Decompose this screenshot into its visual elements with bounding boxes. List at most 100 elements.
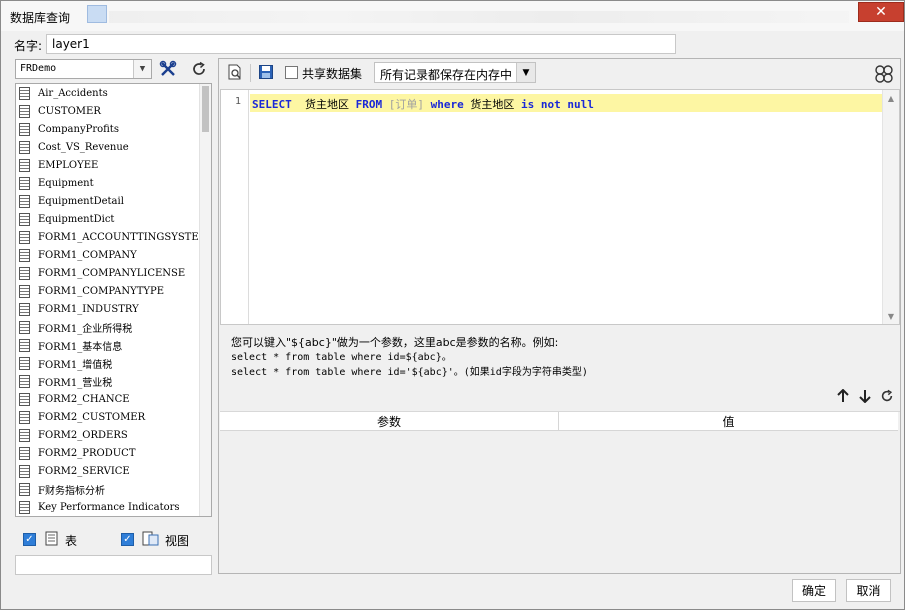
storage-mode-select[interactable]: 所有记录都保存在内存中 ▼ (374, 62, 536, 83)
table-list-item[interactable]: Cost_VS_Revenue (16, 138, 200, 156)
table-name: FORM2_SERVICE (38, 465, 130, 477)
table-name: FORM2_CUSTOMER (38, 411, 146, 423)
table-name: FORM2_CHANCE (38, 393, 130, 405)
scroll-up-icon[interactable]: ▲ (883, 90, 899, 106)
table-icon (19, 446, 30, 460)
table-icon (19, 338, 30, 352)
table-icon (45, 531, 59, 547)
toolbar-separator (250, 64, 251, 82)
help-line-2: select * from table where id=${abc}。 (231, 352, 452, 363)
table-icon (19, 104, 30, 118)
sql-token: 货主地区 (291, 98, 356, 111)
table-list-scrollbar[interactable] (199, 84, 211, 516)
table-name: Cost_VS_Revenue (38, 141, 129, 153)
object-type-filters: ✓ 表 ✓ 视图 (23, 530, 213, 550)
sql-editor[interactable]: 1 SELECT 货主地区 FROM [订单] where 货主地区 is no… (220, 89, 900, 325)
database-select[interactable]: FRDemo ▼ (15, 59, 152, 79)
show-views-checkbox[interactable]: ✓ (121, 533, 134, 546)
table-list-item[interactable]: FORM1_ACCOUNTTINGSYSTEM (16, 228, 209, 246)
table-list-item[interactable]: FORM1_基本信息 (16, 336, 200, 354)
table-list-item[interactable]: EquipmentDetail (16, 192, 200, 210)
cancel-button[interactable]: 取消 (846, 579, 891, 602)
refresh-params-button[interactable] (878, 387, 896, 405)
table-list-item[interactable]: FORM1_增值税 (16, 354, 200, 372)
share-dataset-checkbox[interactable] (285, 66, 298, 79)
column-header-value[interactable]: 值 (559, 412, 898, 431)
editor-scrollbar[interactable]: ▲ ▼ (882, 90, 899, 324)
view-icon (142, 531, 160, 547)
scroll-down-icon[interactable]: ▼ (883, 308, 899, 324)
table-icon (19, 482, 30, 496)
table-icon (19, 176, 30, 190)
layout-icon (875, 65, 893, 83)
table-list-item[interactable]: FORM1_INDUSTRY (16, 300, 200, 318)
table-icon (19, 122, 30, 136)
name-input[interactable]: layer1 (46, 34, 676, 54)
table-list-item[interactable]: FORM1_COMPANYLICENSE (16, 264, 200, 282)
refresh-tables-button[interactable] (188, 59, 210, 79)
scrollbar-thumb[interactable] (202, 86, 209, 132)
table-list-item[interactable]: FORM2_CUSTOMER (16, 408, 200, 426)
table-name: EquipmentDict (38, 213, 115, 225)
background-toolbar-ghost (109, 11, 849, 23)
tools-icon (159, 60, 177, 76)
parameter-help: 您可以键入"${abc}"做为一个参数，这里abc是参数的名称。例如: sele… (231, 335, 731, 380)
table-filter-input[interactable] (15, 555, 212, 575)
table-name: FORM2_PRODUCT (38, 447, 136, 459)
table-name: EMPLOYEE (38, 159, 99, 171)
ok-button[interactable]: 确定 (792, 579, 836, 602)
table-list-item[interactable]: FORM2_CHANCE (16, 390, 200, 408)
table-list-item[interactable]: Equipment (16, 174, 200, 192)
table-list-item[interactable]: Key Performance Indicators (16, 498, 200, 516)
table-icon (19, 248, 30, 262)
table-list-item[interactable]: CUSTOMER (16, 102, 200, 120)
share-dataset-label: 共享数据集 (302, 67, 363, 81)
line-number-gutter: 1 (221, 90, 249, 324)
table-icon (19, 284, 30, 298)
table-list-item[interactable]: FORM1_COMPANY (16, 246, 200, 264)
show-tables-label: 表 (65, 534, 78, 548)
table-list-item[interactable]: FORM2_SERVICE (16, 462, 200, 480)
connection-settings-button[interactable] (157, 59, 179, 79)
table-icon (19, 212, 30, 226)
preview-button[interactable] (224, 62, 246, 82)
sql-token: 货主地区 (463, 98, 521, 111)
table-list[interactable]: Air_Accidents CUSTOMER CompanyProfits Cost_… (15, 83, 212, 517)
sql-line[interactable]: SELECT 货主地区 FROM [订单] where 货主地区 is not … (250, 94, 882, 112)
table-list-item[interactable]: FORM1_营业税 (16, 372, 200, 390)
table-list-item[interactable]: F财务指标分析 (16, 480, 200, 498)
move-up-button[interactable] (834, 387, 852, 405)
show-tables-checkbox[interactable]: ✓ (23, 533, 36, 546)
table-icon (19, 500, 30, 514)
parameter-table[interactable]: 参数 值 (220, 411, 900, 573)
close-button[interactable]: ✕ (858, 2, 904, 22)
table-name: FORM1_企业所得税 (38, 323, 133, 335)
table-list-item[interactable]: FORM1_企业所得税 (16, 318, 200, 336)
query-dialog: 数据库查询 ✕ 名字: layer1 FRDemo ▼ Air_Accident… (0, 0, 905, 610)
table-list-item[interactable]: FORM2_ORDERS (16, 426, 200, 444)
table-icon (19, 356, 30, 370)
save-query-button[interactable] (255, 62, 277, 82)
layout-toggle-button[interactable] (874, 64, 894, 84)
table-icon (19, 194, 30, 208)
table-list-items: Air_Accidents CUSTOMER CompanyProfits Cost_… (16, 84, 209, 516)
chevron-down-icon: ▼ (516, 63, 535, 82)
table-list-item[interactable]: EMPLOYEE (16, 156, 200, 174)
move-down-button[interactable] (856, 387, 874, 405)
sql-token: FROM (355, 98, 383, 111)
table-name: FORM1_INDUSTRY (38, 303, 139, 315)
save-icon (259, 65, 273, 79)
column-header-param[interactable]: 参数 (220, 412, 558, 431)
line-number: 1 (234, 96, 241, 107)
table-name: Key Performance Indicators (38, 501, 180, 513)
table-list-item[interactable]: FORM2_PRODUCT (16, 444, 200, 462)
table-list-item[interactable]: CompanyProfits (16, 120, 200, 138)
table-icon (19, 392, 30, 406)
table-list-item[interactable]: EquipmentDict (16, 210, 200, 228)
table-name: FORM1_营业税 (38, 377, 113, 389)
refresh-icon (881, 389, 893, 402)
storage-mode-value: 所有记录都保存在内存中 (380, 68, 513, 82)
table-list-item[interactable]: FORM1_COMPANYTYPE (16, 282, 200, 300)
table-name: FORM2_ORDERS (38, 429, 128, 441)
table-list-item[interactable]: Air_Accidents (16, 84, 200, 102)
